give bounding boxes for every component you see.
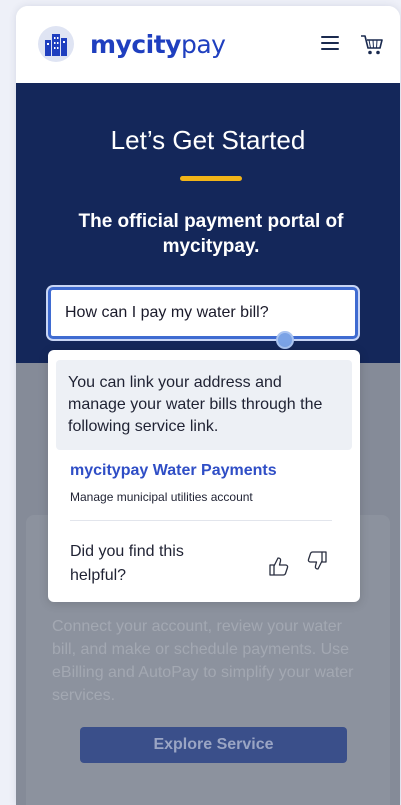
thumbs-down-icon[interactable] xyxy=(306,550,328,572)
hamburger-menu-icon[interactable] xyxy=(321,36,339,50)
feedback-question: Did you find this helpful? xyxy=(70,543,184,584)
title-accent-bar xyxy=(180,176,242,181)
explore-service-button[interactable]: Explore Service xyxy=(80,727,347,763)
thumbs-up-icon[interactable] xyxy=(268,555,290,577)
page-title: Let’s Get Started xyxy=(110,125,306,155)
water-payments-link[interactable]: mycitypay Water Payments xyxy=(70,462,277,480)
shopping-cart-icon[interactable] xyxy=(360,34,384,56)
page-subtitle: The official payment portal of mycitypay… xyxy=(78,211,344,257)
site-header: mycitypay xyxy=(16,6,400,83)
divider xyxy=(70,520,332,521)
search-input[interactable]: How can I pay my water bill? xyxy=(48,287,358,339)
brand-name[interactable]: mycitypay xyxy=(90,30,226,60)
service-card-description: Connect your account, review your water … xyxy=(52,618,354,704)
link-description: Manage municipal utilities account xyxy=(70,490,253,504)
brand-bold: mycity xyxy=(90,30,181,59)
cursor-handle[interactable] xyxy=(276,331,294,349)
answer-bubble: You can link your address and manage you… xyxy=(56,360,352,450)
chat-answer-popup: You can link your address and manage you… xyxy=(48,350,360,602)
hero-section: Let’s Get Started The official payment p… xyxy=(16,83,400,363)
brand-regular: pay xyxy=(180,30,226,59)
city-buildings-icon[interactable] xyxy=(38,26,74,62)
app-window: mycitypay Let’s Get Started The official… xyxy=(16,6,400,805)
